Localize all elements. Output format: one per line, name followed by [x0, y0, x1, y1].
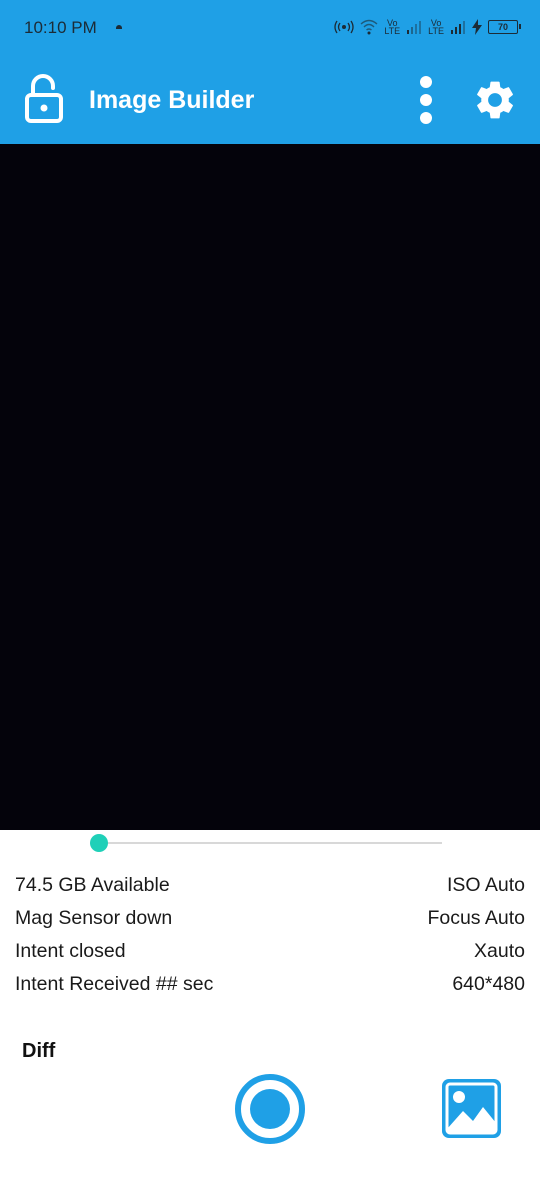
wifi-icon — [360, 19, 378, 35]
unlock-icon[interactable] — [24, 73, 64, 123]
info-row: Intent closed Xauto — [15, 940, 525, 973]
settings-gear-icon[interactable] — [472, 77, 518, 123]
sim1-volte-icon: Vo LTE — [384, 19, 401, 36]
resolution-text: 640*480 — [452, 973, 525, 995]
focus-text: Focus Auto — [427, 907, 525, 929]
info-row: 74.5 GB Available ISO Auto — [15, 874, 525, 907]
mag-sensor-text: Mag Sensor down — [15, 907, 173, 929]
more-options-icon[interactable] — [412, 75, 440, 125]
capture-icon — [250, 1089, 290, 1129]
battery-level: 70 — [497, 22, 508, 32]
charging-icon — [472, 19, 482, 35]
status-time: 10:10 PM — [24, 18, 97, 37]
camera-preview[interactable] — [0, 144, 540, 830]
info-panel: 74.5 GB Available ISO Auto Mag Sensor do… — [15, 874, 525, 1006]
exposure-text: Xauto — [474, 940, 525, 962]
sim2-signal-icon — [450, 20, 466, 34]
hotspot-icon — [334, 20, 354, 34]
sim1-signal-icon — [406, 20, 422, 34]
info-row: Intent Received ## sec 640*480 — [15, 973, 525, 1006]
diff-label[interactable]: Diff — [22, 1040, 55, 1063]
sim2-label-bottom: LTE — [428, 26, 444, 36]
storage-available-text: 74.5 GB Available — [15, 874, 170, 896]
capture-button[interactable] — [235, 1074, 305, 1144]
iso-text: ISO Auto — [446, 874, 525, 896]
slider-track — [90, 842, 442, 844]
zoom-slider[interactable] — [90, 833, 442, 853]
status-icons: Vo LTE Vo LTE 70 — [334, 16, 521, 38]
status-bar: 10:10 PM Vo LTE Vo LTE 70 — [0, 0, 540, 57]
intent-status-text: Intent closed — [15, 940, 126, 962]
notification-dot-icon — [116, 25, 122, 29]
app-bar: Image Builder — [0, 57, 540, 144]
sim2-volte-icon: Vo LTE — [428, 19, 444, 36]
gallery-image-icon[interactable] — [440, 1077, 503, 1140]
battery-icon: 70 — [488, 20, 521, 34]
intent-received-text: Intent Received ## sec — [15, 973, 214, 995]
info-row: Mag Sensor down Focus Auto — [15, 907, 525, 940]
app-title: Image Builder — [89, 86, 255, 114]
sim1-label-bottom: LTE — [384, 26, 401, 36]
slider-thumb[interactable] — [90, 834, 108, 852]
